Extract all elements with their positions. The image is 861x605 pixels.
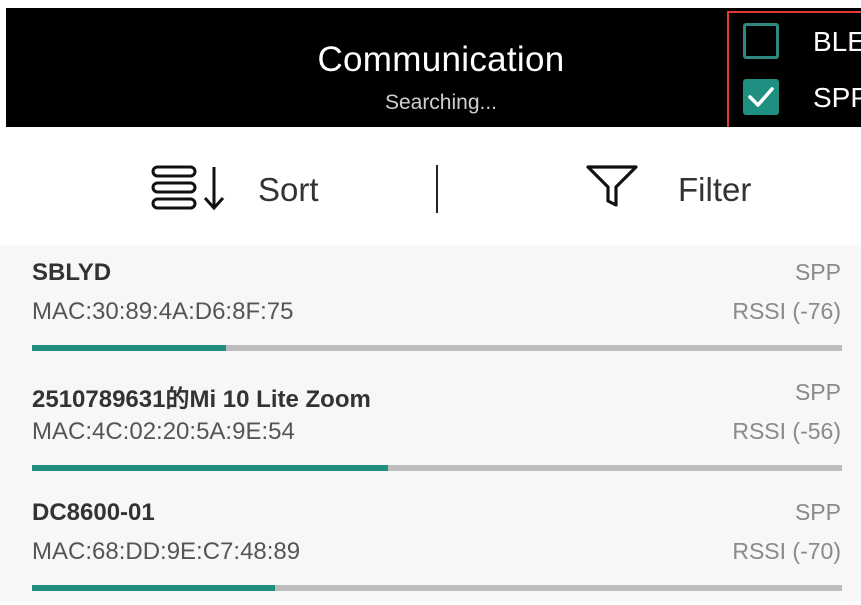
- device-list-item[interactable]: SBLYD SPP MAC:30:89:4A:D6:8F:75 RSSI (-7…: [0, 245, 861, 365]
- ble-checkbox[interactable]: [743, 23, 779, 59]
- sort-icon: [151, 165, 225, 211]
- sort-button[interactable]: Sort: [150, 127, 410, 245]
- filter-label: Filter: [678, 171, 752, 208]
- signal-strength-bar: [32, 345, 842, 351]
- toolbar-divider: [436, 165, 438, 213]
- filter-icon: [586, 165, 638, 207]
- device-type: SPP: [794, 379, 841, 405]
- connection-mode-selector: BLE SPP: [727, 11, 861, 133]
- device-name: DC8600-01: [32, 499, 155, 526]
- device-rssi: RSSI (-56): [732, 418, 841, 444]
- device-mac: MAC:68:DD:9E:C7:48:89: [32, 538, 301, 565]
- device-mac: MAC:4C:02:20:5A:9E:54: [32, 418, 295, 445]
- device-name: 2510789631的Mi 10 Lite Zoom: [32, 386, 371, 413]
- checkmark-icon: [748, 87, 774, 107]
- spp-checkbox[interactable]: [743, 79, 779, 115]
- device-list-item[interactable]: DC8600-01 SPP MAC:68:DD:9E:C7:48:89 RSSI…: [0, 485, 861, 605]
- signal-strength-bar: [32, 585, 842, 591]
- ble-mode-label: BLE: [813, 26, 861, 57]
- signal-strength-fill: [32, 345, 227, 351]
- device-name: SBLYD: [32, 259, 112, 286]
- ble-mode-option[interactable]: BLE: [743, 23, 861, 63]
- sort-label: Sort: [258, 171, 319, 208]
- device-rssi: RSSI (-70): [732, 538, 841, 564]
- device-list: SBLYD SPP MAC:30:89:4A:D6:8F:75 RSSI (-7…: [0, 245, 861, 601]
- device-type: SPP: [794, 499, 841, 525]
- signal-strength-fill: [32, 585, 275, 591]
- toolbar: Sort Filter: [0, 127, 861, 245]
- spp-mode-option[interactable]: SPP: [743, 79, 861, 119]
- device-mac: MAC:30:89:4A:D6:8F:75: [32, 298, 294, 325]
- device-rssi: RSSI (-76): [732, 298, 841, 324]
- device-list-item[interactable]: 2510789631的Mi 10 Lite Zoom SPP MAC:4C:02…: [0, 365, 861, 485]
- signal-strength-bar: [32, 465, 842, 471]
- device-type: SPP: [794, 259, 841, 285]
- spp-mode-label: SPP: [813, 82, 861, 113]
- filter-button[interactable]: Filter: [580, 127, 840, 245]
- signal-strength-fill: [32, 465, 389, 471]
